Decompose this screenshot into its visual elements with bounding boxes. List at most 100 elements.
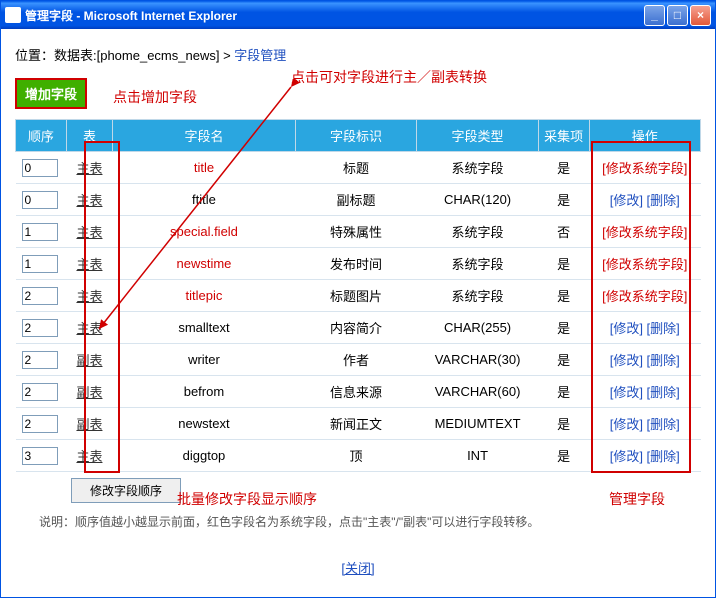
field-ident: 新闻正文	[295, 408, 417, 440]
order-input[interactable]	[22, 319, 58, 337]
row-action-link[interactable]: [修改] [删除]	[610, 321, 680, 336]
row-action-link[interactable]: [修改] [删除]	[610, 385, 680, 400]
breadcrumb-current[interactable]: 字段管理	[234, 48, 286, 63]
table-type-link[interactable]: 副表	[76, 385, 102, 400]
th-order: 顺序	[16, 120, 67, 152]
table-type-link[interactable]: 主表	[76, 289, 102, 304]
row-action-link[interactable]: [修改] [删除]	[610, 449, 680, 464]
th-table: 表	[66, 120, 113, 152]
order-input[interactable]	[22, 415, 58, 433]
annotation-addfield: 点击增加字段	[113, 87, 197, 107]
field-type: VARCHAR(60)	[417, 376, 539, 408]
collect-flag: 是	[538, 408, 589, 440]
breadcrumb: 位置：数据表:[phome_ecms_news] > 字段管理	[15, 45, 701, 64]
table-type-link[interactable]: 主表	[76, 225, 102, 240]
order-input[interactable]	[22, 351, 58, 369]
th-ops: 操作	[589, 120, 701, 152]
row-action-link[interactable]: [修改] [删除]	[610, 353, 680, 368]
field-type: CHAR(120)	[417, 184, 539, 216]
field-ident: 副标题	[295, 184, 417, 216]
field-ident: 标题图片	[295, 280, 417, 312]
table-row: 副表befrom信息来源VARCHAR(60)是[修改] [删除]	[16, 376, 701, 408]
collect-flag: 是	[538, 312, 589, 344]
table-row: 主表 diggtop 顶INT是 [修改] [删除]	[16, 440, 701, 472]
order-input[interactable]	[22, 447, 58, 465]
order-input[interactable]	[22, 223, 58, 241]
collect-flag: 是	[538, 248, 589, 280]
collect-flag: 是	[538, 152, 589, 184]
close-button[interactable]: ×	[690, 5, 711, 26]
th-ftype: 字段类型	[417, 120, 539, 152]
app-icon	[5, 7, 21, 23]
field-ident: 信息来源	[295, 376, 417, 408]
order-input[interactable]	[22, 159, 58, 177]
field-type: 系统字段	[417, 216, 539, 248]
breadcrumb-prefix: 位置：数据表:[phome_ecms_news] >	[15, 48, 234, 63]
th-fname: 字段名	[113, 120, 295, 152]
row-action-link[interactable]: [修改系统字段]	[602, 257, 687, 272]
field-ident: 顶	[295, 440, 417, 472]
fields-table: 顺序 表 字段名 字段标识 字段类型 采集项 操作 主表title标题系统字段是…	[15, 119, 701, 472]
th-fident: 字段标识	[295, 120, 417, 152]
collect-flag: 是	[538, 440, 589, 472]
order-input[interactable]	[22, 383, 58, 401]
table-type-link[interactable]: 主表	[76, 161, 102, 176]
add-field-button[interactable]: 增加字段	[15, 78, 87, 109]
minimize-button[interactable]: _	[644, 5, 665, 26]
field-type: INT	[417, 440, 539, 472]
field-ident: 特殊属性	[295, 216, 417, 248]
field-ident: 内容简介	[295, 312, 417, 344]
table-type-link[interactable]: 主表	[76, 321, 102, 336]
field-type: 系统字段	[417, 280, 539, 312]
field-type: 系统字段	[417, 152, 539, 184]
field-type: VARCHAR(30)	[417, 344, 539, 376]
field-name: titlepic	[186, 288, 223, 303]
batch-order-button[interactable]: 修改字段顺序	[71, 478, 181, 503]
order-input[interactable]	[22, 255, 58, 273]
row-action-link[interactable]: [修改系统字段]	[602, 161, 687, 176]
collect-flag: 是	[538, 344, 589, 376]
footer-note: 说明：顺序值越小越显示前面，红色字段名为系统字段，点击"主表"/"副表"可以进行…	[15, 513, 701, 530]
table-row: 主表 titlepic 标题图片系统字段是 [修改系统字段]	[16, 280, 701, 312]
table-type-link[interactable]: 主表	[76, 449, 102, 464]
table-row: 主表 newstime 发布时间系统字段是 [修改系统字段]	[16, 248, 701, 280]
field-name: diggtop	[183, 448, 226, 463]
field-name: smalltext	[178, 320, 229, 335]
field-name: befrom	[184, 384, 224, 399]
window-titlebar: 管理字段 - Microsoft Internet Explorer _ □ ×	[1, 1, 715, 29]
table-type-link[interactable]: 主表	[76, 193, 102, 208]
field-type: CHAR(255)	[417, 312, 539, 344]
field-name: newstime	[177, 256, 232, 271]
order-input[interactable]	[22, 287, 58, 305]
row-action-link[interactable]: [修改系统字段]	[602, 289, 687, 304]
collect-flag: 是	[538, 280, 589, 312]
table-type-link[interactable]: 副表	[76, 353, 102, 368]
table-row: 主表ftitle副标题CHAR(120)是[修改] [删除]	[16, 184, 701, 216]
field-name: writer	[188, 352, 220, 367]
close-link[interactable]: [关闭]	[341, 561, 374, 576]
row-action-link[interactable]: [修改系统字段]	[602, 225, 687, 240]
th-collect: 采集项	[538, 120, 589, 152]
field-name: title	[194, 160, 214, 175]
annotation-manage: 管理字段	[609, 489, 665, 509]
table-type-link[interactable]: 副表	[76, 417, 102, 432]
field-ident: 作者	[295, 344, 417, 376]
collect-flag: 否	[538, 216, 589, 248]
field-ident: 发布时间	[295, 248, 417, 280]
row-action-link[interactable]: [修改] [删除]	[610, 417, 680, 432]
collect-flag: 是	[538, 184, 589, 216]
field-ident: 标题	[295, 152, 417, 184]
field-type: MEDIUMTEXT	[417, 408, 539, 440]
maximize-button[interactable]: □	[667, 5, 688, 26]
field-name: special.field	[170, 224, 238, 239]
table-type-link[interactable]: 主表	[76, 257, 102, 272]
row-action-link[interactable]: [修改] [删除]	[610, 193, 680, 208]
table-row: 主表 special.field 特殊属性系统字段否 [修改系统字段]	[16, 216, 701, 248]
field-name: newstext	[178, 416, 229, 431]
annotation-convert: 点击可对字段进行主／副表转换	[291, 67, 487, 87]
annotation-batch: 批量修改字段显示顺序	[177, 489, 317, 509]
field-type: 系统字段	[417, 248, 539, 280]
window-title: 管理字段 - Microsoft Internet Explorer	[25, 7, 644, 24]
table-row: 副表 newstext 新闻正文MEDIUMTEXT是 [修改] [删除]	[16, 408, 701, 440]
order-input[interactable]	[22, 191, 58, 209]
